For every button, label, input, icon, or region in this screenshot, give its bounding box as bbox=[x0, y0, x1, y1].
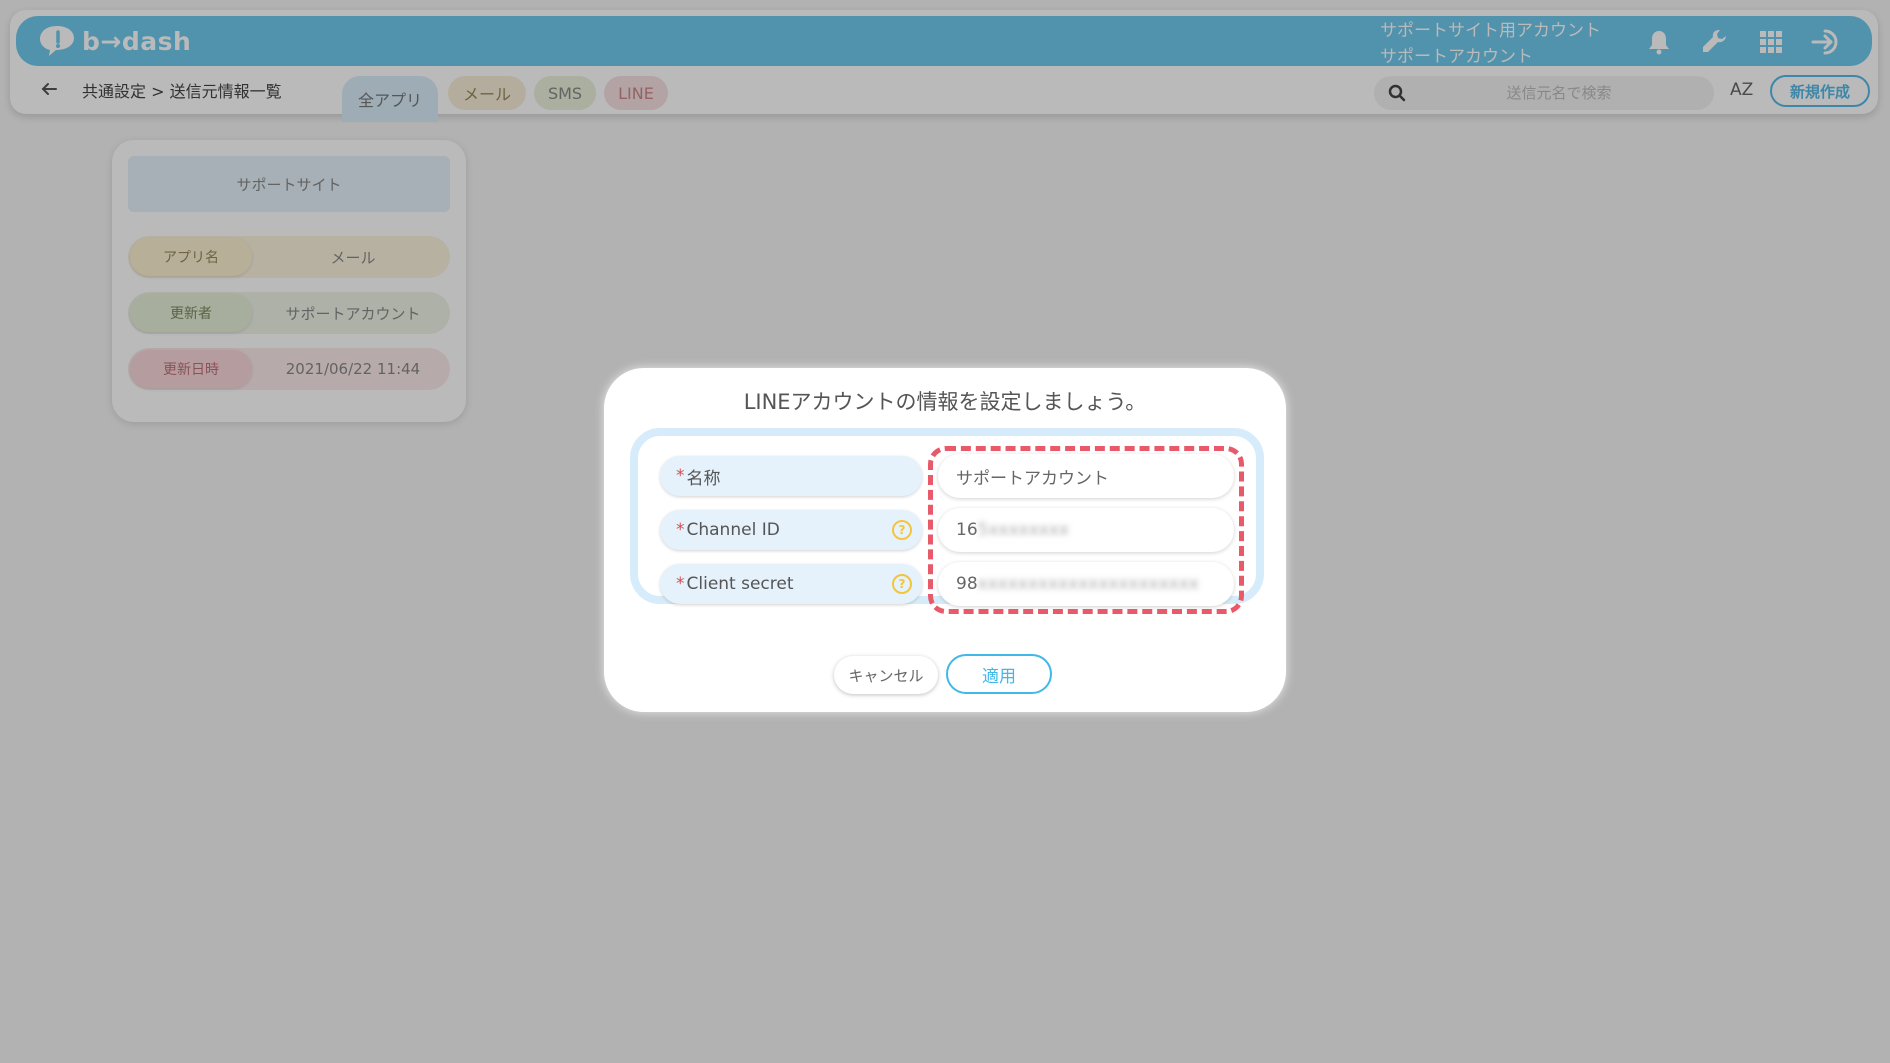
name-value: サポートアカウント bbox=[956, 468, 1109, 489]
channel-id-input[interactable]: 16 5xxxxxxxx bbox=[938, 508, 1234, 552]
channel-id-label: * Channel ID ? bbox=[660, 510, 922, 550]
client-secret-input[interactable]: 98 xxxxxxxxxxxxxxxxxxxxxx bbox=[938, 562, 1234, 606]
line-account-modal: LINEアカウントの情報を設定しましょう。 * 名称 * Channel ID … bbox=[604, 368, 1286, 712]
cancel-button[interactable]: キャンセル bbox=[834, 656, 938, 694]
modal-title: LINEアカウントの情報を設定しましょう。 bbox=[743, 390, 1147, 414]
client-secret-blurred: xxxxxxxxxxxxxxxxxxxxxx bbox=[977, 574, 1199, 594]
channel-id-blurred: 5xxxxxxxx bbox=[977, 520, 1069, 540]
help-icon[interactable]: ? bbox=[892, 520, 912, 540]
form-panel: * 名称 * Channel ID ? * Client secret ? サポ… bbox=[630, 428, 1264, 614]
required-mark: * bbox=[676, 574, 685, 594]
client-secret-label: * Client secret ? bbox=[660, 564, 922, 604]
required-mark: * bbox=[676, 520, 685, 540]
name-input[interactable]: サポートアカウント bbox=[938, 454, 1234, 498]
field-label-text: Client secret bbox=[686, 574, 794, 594]
client-secret-value: 98 bbox=[956, 574, 978, 594]
help-icon[interactable]: ? bbox=[892, 574, 912, 594]
name-field-label: * 名称 bbox=[660, 456, 922, 496]
field-label-text: 名称 bbox=[686, 468, 721, 489]
apply-button[interactable]: 適用 bbox=[946, 654, 1052, 694]
required-mark: * bbox=[676, 466, 685, 486]
channel-id-value: 16 bbox=[956, 520, 978, 540]
field-label-text: Channel ID bbox=[686, 520, 780, 540]
